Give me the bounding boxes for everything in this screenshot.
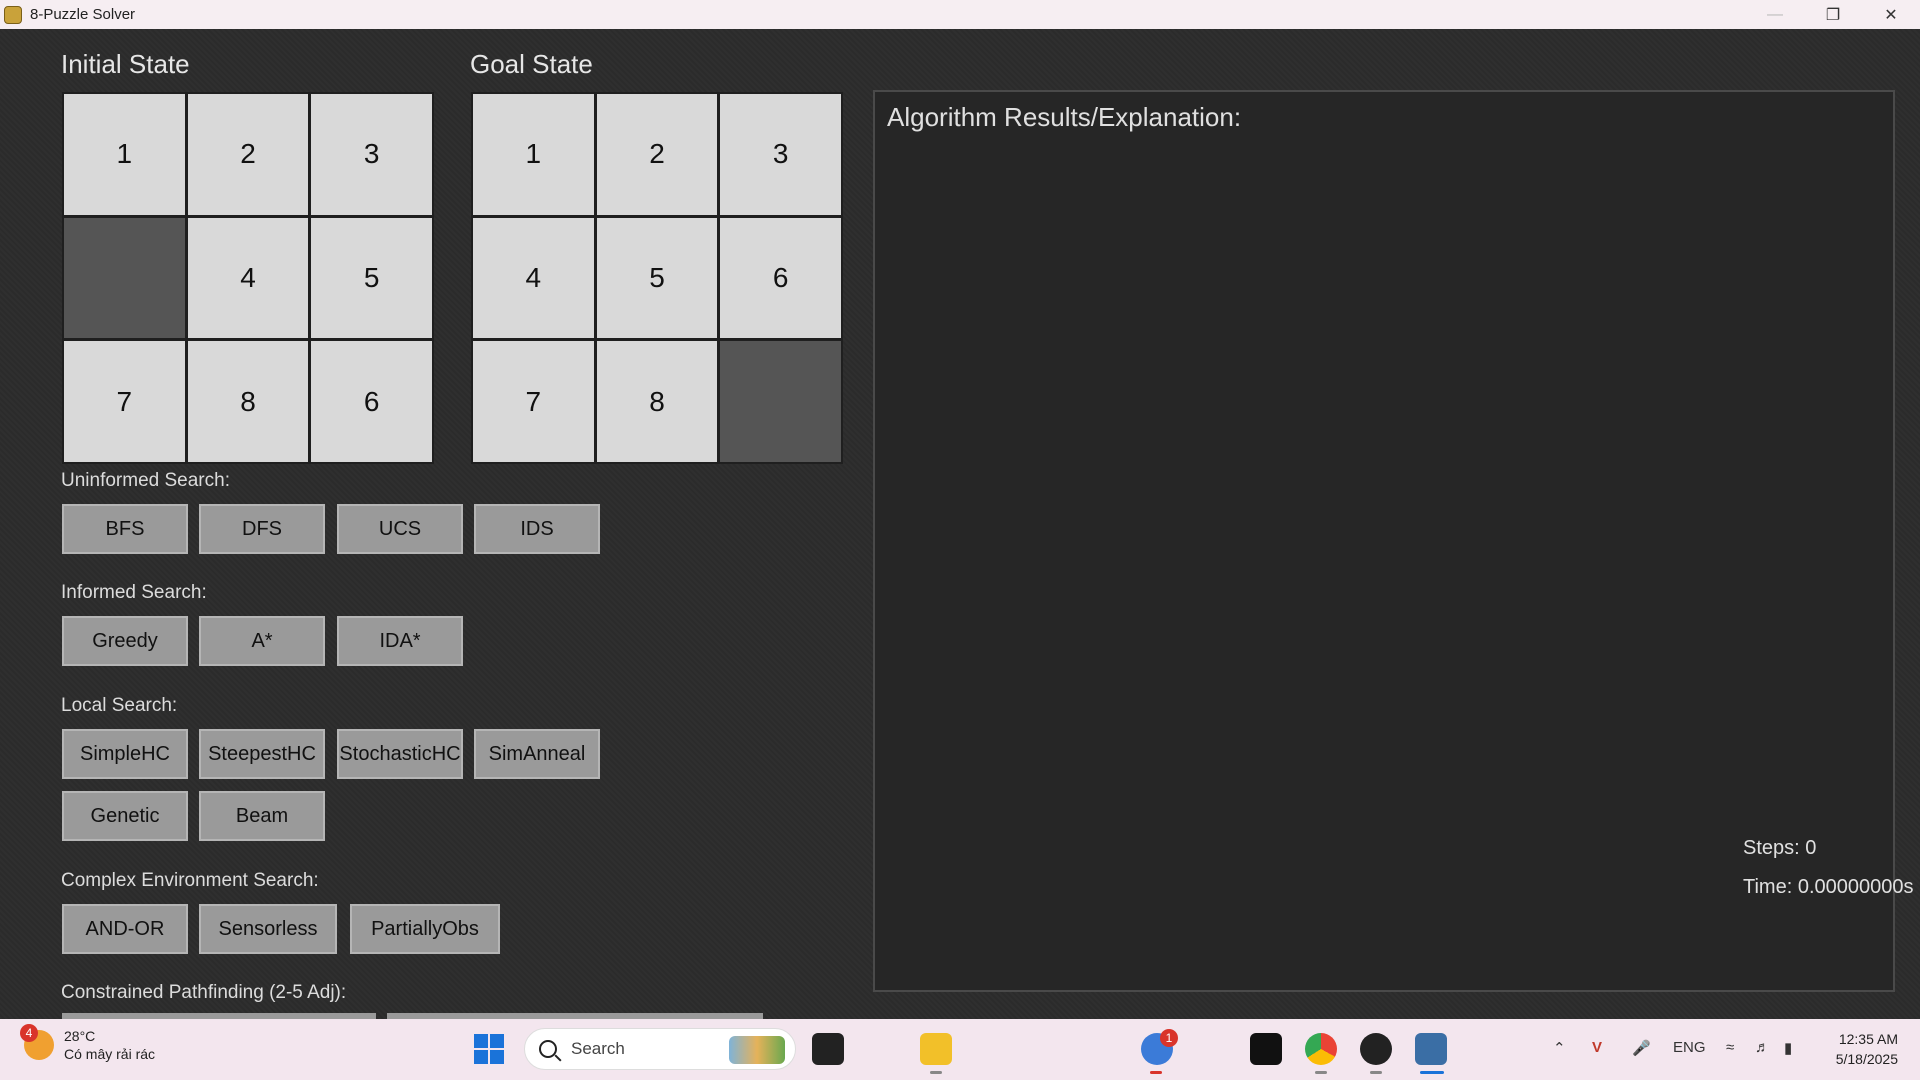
search-highlight-image <box>729 1036 785 1064</box>
sensorless-button[interactable]: Sensorless <box>199 904 337 954</box>
taskbar-indicator <box>1370 1071 1382 1074</box>
initial-state-grid: 1 2 3 4 5 7 8 6 <box>62 92 434 464</box>
complex-search-label: Complex Environment Search: <box>61 870 319 891</box>
goal-tile[interactable]: 5 <box>596 217 718 339</box>
start-button[interactable] <box>474 1034 504 1064</box>
initial-state-title: Initial State <box>61 49 190 79</box>
wifi-icon[interactable]: ≈ <box>1726 1039 1734 1056</box>
search-placeholder: Search <box>571 1039 625 1058</box>
file-explorer-icon[interactable] <box>920 1033 952 1065</box>
volume-icon[interactable]: ♬ <box>1755 1039 1770 1056</box>
minimize-button[interactable]: — <box>1746 0 1804 29</box>
chevron-up-icon[interactable]: ⌃ <box>1553 1039 1566 1057</box>
clock-time: 12:35 AM <box>1838 1031 1898 1047</box>
taskbar-indicator <box>1315 1071 1327 1074</box>
antivirus-icon[interactable]: V <box>1592 1039 1602 1056</box>
goal-tile[interactable]: 4 <box>473 217 594 339</box>
taskbar: 4 28°C Có mây rải rác Search 1 ⌃ V 🎤 ENG… <box>0 1019 1920 1080</box>
initial-tile[interactable]: 1 <box>64 94 185 215</box>
constrained-search-label: Constrained Pathfinding (2-5 Adj): <box>61 982 347 1003</box>
pycharm-icon[interactable] <box>1250 1033 1282 1065</box>
bfs-button[interactable]: BFS <box>62 504 188 554</box>
taskbar-indicator <box>1150 1071 1162 1074</box>
taskbar-indicator <box>930 1071 942 1074</box>
beam-button[interactable]: Beam <box>199 791 325 841</box>
mail-badge: 1 <box>1160 1029 1178 1047</box>
initial-tile[interactable]: 5 <box>311 217 432 339</box>
taskbar-indicator <box>1420 1071 1444 1074</box>
app-icon <box>4 5 22 24</box>
battery-icon[interactable]: ▮ <box>1784 1039 1792 1057</box>
microphone-icon[interactable]: 🎤 <box>1632 1039 1651 1057</box>
genetic-button[interactable]: Genetic <box>62 791 188 841</box>
search-icon <box>539 1040 557 1058</box>
goal-tile[interactable]: 7 <box>473 341 594 462</box>
initial-tile[interactable]: 2 <box>187 94 309 215</box>
initial-tile[interactable]: 8 <box>187 341 309 462</box>
goal-tile[interactable]: 6 <box>720 217 841 339</box>
window-controls: — ❐ ✕ <box>1746 0 1920 29</box>
uninformed-search-label: Uninformed Search: <box>61 470 230 491</box>
app-body: Initial State 1 2 3 4 5 7 8 6 Goal State… <box>0 29 1920 1019</box>
clock-date: 5/18/2025 <box>1835 1051 1898 1067</box>
goal-tile[interactable]: 2 <box>596 94 718 215</box>
dfs-button[interactable]: DFS <box>199 504 325 554</box>
close-button[interactable]: ✕ <box>1862 0 1920 29</box>
python-app-icon[interactable] <box>1415 1033 1447 1065</box>
app-icon-dark[interactable] <box>1360 1033 1392 1065</box>
results-heading: Algorithm Results/Explanation: <box>887 102 1242 132</box>
weather-desc: Có mây rải rác <box>64 1046 156 1062</box>
greedy-button[interactable]: Greedy <box>62 616 188 666</box>
initial-tile[interactable]: 7 <box>64 341 185 462</box>
chrome-icon[interactable] <box>1305 1033 1337 1065</box>
ucs-button[interactable]: UCS <box>337 504 463 554</box>
title-bar: 8-Puzzle Solver — ❐ ✕ <box>0 0 1920 29</box>
initial-tile[interactable]: 4 <box>187 217 309 339</box>
restore-button[interactable]: ❐ <box>1804 0 1862 29</box>
initial-tile[interactable]: 3 <box>311 94 432 215</box>
idastar-button[interactable]: IDA* <box>337 616 463 666</box>
language-indicator[interactable]: ENG <box>1673 1039 1706 1056</box>
goal-tile[interactable]: 8 <box>596 341 718 462</box>
steepesthc-button[interactable]: SteepestHC <box>199 729 325 779</box>
weather-badge: 4 <box>20 1024 38 1042</box>
weather-temp: 28°C <box>64 1028 96 1044</box>
astar-button[interactable]: A* <box>199 616 325 666</box>
initial-tile[interactable]: 6 <box>311 341 432 462</box>
local-search-label: Local Search: <box>61 695 178 716</box>
window-title: 8-Puzzle Solver <box>30 6 136 23</box>
goal-blank-tile[interactable] <box>720 341 841 462</box>
partiallyobs-button[interactable]: PartiallyObs <box>350 904 500 954</box>
informed-search-label: Informed Search: <box>61 582 207 603</box>
and-or-button[interactable]: AND-OR <box>62 904 188 954</box>
goal-tile[interactable]: 3 <box>720 94 841 215</box>
simplehc-button[interactable]: SimpleHC <box>62 729 188 779</box>
goal-state-grid: 1 2 3 4 5 6 7 8 <box>471 92 843 464</box>
results-panel: Algorithm Results/Explanation: Steps: 0 … <box>873 90 1913 992</box>
taskbar-search[interactable]: Search <box>524 1028 796 1070</box>
ids-button[interactable]: IDS <box>474 504 600 554</box>
goal-state-title: Goal State <box>470 49 593 79</box>
time-counter: Time: 0.00000000s <box>1743 876 1914 898</box>
weather-icon: 4 <box>20 1024 54 1060</box>
steps-counter: Steps: 0 <box>1743 837 1817 859</box>
stochastichc-button[interactable]: StochasticHC <box>337 729 463 779</box>
goal-tile[interactable]: 1 <box>473 94 594 215</box>
clock[interactable]: 12:35 AM 5/18/2025 <box>1836 1029 1898 1069</box>
weather-widget[interactable]: 4 28°C Có mây rải rác <box>20 1024 156 1063</box>
initial-blank-tile[interactable] <box>64 217 185 339</box>
simanneal-button[interactable]: SimAnneal <box>474 729 600 779</box>
task-view-icon[interactable] <box>812 1033 844 1065</box>
